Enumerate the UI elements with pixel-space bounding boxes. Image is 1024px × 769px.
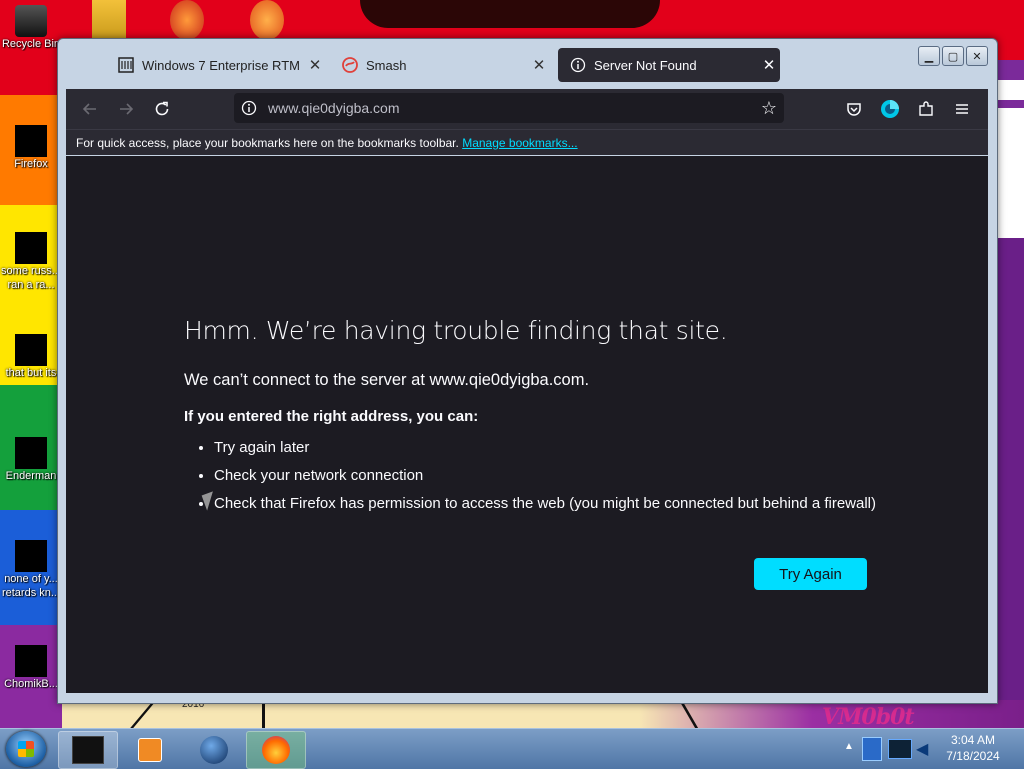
tab-strip: Windows 7 Enterprise RTM (Tra ✕ Smash ✕ … [58,39,997,89]
taskbar-item-media[interactable] [120,731,180,769]
taskbar-item-firefox[interactable] [246,731,306,769]
browser-window: Windows 7 Enterprise RTM (Tra ✕ Smash ✕ … [57,38,998,704]
extensions-button[interactable] [912,95,940,123]
firefox-icon [262,736,290,764]
bookmark-star-icon[interactable]: ☆ [754,98,784,119]
bookmarks-toolbar: For quick access, place your bookmarks h… [66,129,988,155]
tab-server-not-found[interactable]: Server Not Found ✕ [558,48,780,82]
error-subtitle: We can’t connect to the server at www.qi… [184,371,590,389]
folder-icon[interactable] [92,0,126,40]
app-shortcut-icon[interactable] [250,0,284,40]
bookmarks-hint: For quick access, place your bookmarks h… [76,136,459,150]
reload-icon [155,101,169,116]
close-tab-icon[interactable]: ✕ [528,56,550,74]
window-controls: ▁ ▢ ✕ [918,46,988,66]
firefox-shortcut-icon[interactable] [170,0,204,40]
hamburger-menu-icon [956,104,968,114]
desktop-icon-chomik[interactable]: ChomikB... [0,645,62,691]
archive-icon [118,57,134,73]
desktop-icon-label: Enderman [5,470,57,482]
clock-date: 7/18/2024 [946,749,1000,763]
desktop-icon-label: that but its [5,367,57,379]
clock-time: 3:04 AM [950,733,996,747]
pocket-icon [847,103,861,116]
wallpaper-right [995,60,1024,718]
action-center-icon[interactable] [862,737,882,761]
taskbar: ▲ ◀ [0,728,1024,769]
desktop-icon-label: ChomikB... [4,678,58,690]
desktop-icon-label: some russ... ran a ra... [1,265,61,291]
file-icon [15,334,47,366]
file-icon [15,645,47,677]
taskbar-item-vm[interactable] [58,731,118,769]
desktop-icon-file[interactable]: none of y... retards kn... [0,540,62,600]
account-avatar-icon [881,100,899,118]
desktop-icon-firefox[interactable]: Firefox [0,125,62,171]
navigation-toolbar: ☆ [66,89,988,129]
file-icon [15,232,47,264]
show-hidden-icons-button[interactable]: ▲ [844,741,854,752]
arrow-left-icon [82,103,96,115]
arrow-right-icon [120,103,134,115]
menu-button[interactable] [948,95,976,123]
firefox-icon [15,125,47,157]
manage-bookmarks-link[interactable]: Manage bookmarks... [462,136,577,150]
volume-icon[interactable]: ◀ [916,739,934,758]
forward-button[interactable] [112,95,140,123]
close-tab-icon[interactable]: ✕ [304,56,326,74]
list-item: Try again later [214,439,944,456]
list-item: Check that Firefox has permission to acc… [214,495,944,512]
globe-icon [200,736,228,764]
pocket-button[interactable] [840,95,868,123]
error-panel: Hmm. We’re having trouble finding that s… [184,316,944,523]
watermark-logo: VM0b0t [822,704,915,728]
desktop-icon-label: Recycle Bin [1,38,61,50]
windows-logo-icon [18,741,34,757]
try-again-button[interactable]: Try Again [754,558,867,590]
start-button[interactable] [6,731,46,767]
tab-title: Server Not Found [594,57,697,73]
suggestion-list: Try again later Check your network conne… [184,439,944,512]
url-bar[interactable]: ☆ [234,93,784,123]
tab-title: Smash [366,57,407,73]
smash-icon [342,57,358,73]
back-button[interactable] [76,95,104,123]
desktop-icon-file[interactable]: some russ... ran a ra... [0,232,62,292]
network-icon[interactable] [888,739,912,759]
puzzle-icon [919,101,933,116]
file-icon [15,437,47,469]
list-item: Check your network connection [214,467,944,484]
desktop-icon-label: Firefox [14,158,48,170]
desktop-icon-label: none of y... retards kn... [1,573,61,599]
tab-title: Windows 7 Enterprise RTM (Tra [142,57,304,73]
close-window-button[interactable]: ✕ [966,46,988,66]
file-icon [15,540,47,572]
site-info-icon[interactable] [234,100,264,116]
account-button[interactable] [876,95,904,123]
tab-windows7[interactable]: Windows 7 Enterprise RTM (Tra ✕ [106,48,326,82]
reload-button[interactable] [148,95,176,123]
vm-icon [72,736,104,764]
info-icon [570,57,586,73]
maximize-button[interactable]: ▢ [942,46,964,66]
desktop-icon-enderman[interactable]: Enderman [0,437,62,483]
page-content: Hmm. We’re having trouble finding that s… [66,156,988,693]
tab-smash[interactable]: Smash ✕ [330,48,550,82]
desktop-icon-recycle-bin[interactable]: Recycle Bin [0,5,62,51]
wallpaper-shape [360,0,660,28]
error-lead: If you entered the right address, you ca… [184,408,479,425]
close-tab-icon[interactable]: ✕ [758,56,780,74]
error-title: Hmm. We’re having trouble finding that s… [184,316,728,345]
recycle-bin-icon [15,5,47,37]
taskbar-item-browser[interactable] [184,731,244,769]
media-player-icon [138,738,162,762]
desktop-icon-file[interactable]: that but its [0,334,62,380]
system-clock[interactable]: 3:04 AM 7/18/2024 [938,732,1008,764]
url-input[interactable] [264,99,754,117]
minimize-button[interactable]: ▁ [918,46,940,66]
